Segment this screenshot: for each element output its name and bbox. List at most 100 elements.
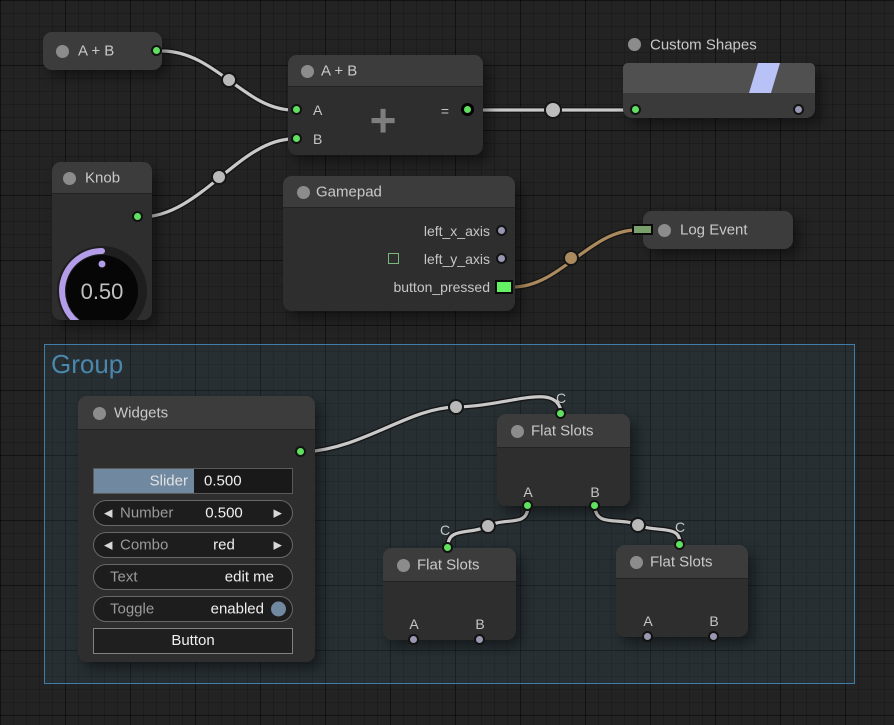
- input-slot-c[interactable]: [442, 542, 453, 553]
- node-widgets[interactable]: Widgets Slider 0.500 ◀ Number 0.500 ▶ ◀ …: [78, 396, 315, 662]
- node-collapse-icon[interactable]: [56, 45, 69, 58]
- input-slot-event[interactable]: [632, 224, 653, 235]
- node-title: Widgets: [114, 404, 168, 421]
- input-slot-label: C: [675, 519, 685, 535]
- node-title-bar[interactable]: Knob: [52, 162, 152, 194]
- node-title-bar[interactable]: Flat Slots: [616, 545, 748, 579]
- output-slot-label: left_x_axis: [424, 223, 490, 239]
- output-slot-label: B: [475, 616, 484, 632]
- prev-arrow-icon[interactable]: ◀: [104, 539, 112, 552]
- node-add[interactable]: A + B A B + =: [288, 55, 483, 155]
- slot-marker-icon: [388, 253, 399, 264]
- link-addcollapsed-to-addA: [162, 51, 293, 110]
- number-value: 0.500: [184, 505, 264, 522]
- increment-arrow-icon[interactable]: ▶: [274, 507, 282, 520]
- output-slot-leftyaxis[interactable]: [496, 253, 507, 264]
- link-dot: [212, 170, 226, 184]
- node-title-bar[interactable]: Gamepad: [283, 176, 515, 208]
- custom-shape-bar: [623, 63, 815, 93]
- node-collapse-icon[interactable]: [301, 65, 314, 78]
- node-title: A + B: [78, 43, 114, 60]
- text-value: edit me: [225, 569, 274, 586]
- slider-widget[interactable]: Slider 0.500: [93, 468, 293, 494]
- output-slot-b[interactable]: [708, 631, 719, 642]
- output-slot-a[interactable]: [522, 500, 533, 511]
- button-label: Button: [171, 632, 214, 649]
- node-flat-slots-left[interactable]: Flat Slots C A B: [383, 548, 516, 640]
- decrement-arrow-icon[interactable]: ◀: [104, 507, 112, 520]
- combo-label: Combo: [120, 537, 168, 554]
- number-widget[interactable]: ◀ Number 0.500 ▶: [93, 500, 293, 526]
- output-slot[interactable]: [295, 446, 306, 457]
- node-knob[interactable]: Knob 0.50: [52, 162, 152, 320]
- output-slot-result[interactable]: [461, 103, 474, 116]
- toggle-label: Toggle: [110, 601, 154, 618]
- input-slot-a[interactable]: [291, 104, 302, 115]
- text-widget[interactable]: Text edit me: [93, 564, 293, 590]
- button-widget[interactable]: Button: [93, 628, 293, 654]
- input-slot-label: A: [313, 102, 322, 118]
- node-title: Custom Shapes: [650, 37, 757, 54]
- output-slot-a[interactable]: [408, 634, 419, 645]
- node-collapse-icon[interactable]: [93, 407, 106, 420]
- operator-glyph: +: [360, 97, 406, 143]
- output-slot[interactable]: [793, 104, 804, 115]
- output-slot-label: B: [709, 613, 718, 629]
- node-collapse-icon[interactable]: [658, 224, 671, 237]
- node-title-bar[interactable]: Widgets: [78, 396, 315, 430]
- slider-label: Slider: [150, 473, 188, 490]
- output-slot-label: A: [523, 484, 532, 500]
- output-slot-label: left_y_axis: [424, 251, 490, 267]
- node-collapse-icon[interactable]: [628, 38, 641, 51]
- output-slot-buttonpressed[interactable]: [495, 280, 513, 294]
- link-gamepad-to-logevent: [513, 230, 637, 287]
- toggle-knob-icon[interactable]: [271, 602, 286, 617]
- input-slot[interactable]: [630, 104, 641, 115]
- next-arrow-icon[interactable]: ▶: [274, 539, 282, 552]
- node-title: Flat Slots: [417, 556, 480, 573]
- node-title-bar[interactable]: A + B: [288, 55, 483, 87]
- output-slot[interactable]: [132, 211, 143, 222]
- knob-value: 0.50: [81, 279, 124, 304]
- node-collapse-icon[interactable]: [630, 556, 643, 569]
- node-collapse-icon[interactable]: [397, 559, 410, 572]
- output-slot[interactable]: [151, 45, 162, 56]
- node-flat-slots-top[interactable]: Flat Slots C A B: [497, 414, 630, 506]
- output-slot-label: A: [643, 613, 652, 629]
- output-slot-a[interactable]: [642, 631, 653, 642]
- output-slot-b[interactable]: [589, 500, 600, 511]
- input-slot-c[interactable]: [555, 408, 566, 419]
- input-slot-b[interactable]: [291, 133, 302, 144]
- input-slot-label: B: [313, 131, 322, 147]
- node-collapse-icon[interactable]: [511, 425, 524, 438]
- input-slot-label: C: [556, 390, 566, 406]
- lavender-parallelogram-icon: [623, 63, 815, 93]
- node-collapse-icon[interactable]: [63, 172, 76, 185]
- slider-value: 0.500: [204, 473, 242, 490]
- output-slot-leftxaxis[interactable]: [496, 225, 507, 236]
- toggle-value: enabled: [211, 601, 264, 618]
- node-custom-shapes[interactable]: [623, 63, 815, 118]
- node-title-bar[interactable]: Flat Slots: [383, 548, 516, 582]
- knob-indicator-dot: [99, 261, 106, 268]
- input-slot-c[interactable]: [674, 539, 685, 550]
- toggle-widget[interactable]: Toggle enabled: [93, 596, 293, 622]
- node-gamepad[interactable]: Gamepad left_x_axis left_y_axis button_p…: [283, 176, 515, 311]
- node-title-bar[interactable]: Flat Slots: [497, 414, 630, 448]
- node-title: Knob: [85, 169, 120, 186]
- output-slot-label: A: [409, 616, 418, 632]
- node-collapse-icon[interactable]: [297, 186, 310, 199]
- node-title: Flat Slots: [650, 553, 713, 570]
- node-add-collapsed[interactable]: A + B: [43, 32, 162, 70]
- text-label: Text: [110, 569, 138, 586]
- graph-canvas[interactable]: Group A + B A + B A: [0, 0, 894, 725]
- node-log-event[interactable]: Log Event: [643, 211, 793, 249]
- output-slot-b[interactable]: [474, 634, 485, 645]
- node-title: Gamepad: [316, 183, 382, 200]
- link-dot-event: [564, 251, 578, 265]
- combo-widget[interactable]: ◀ Combo red ▶: [93, 532, 293, 558]
- link-knob-to-addB: [141, 139, 293, 217]
- link-dot: [222, 73, 236, 87]
- node-flat-slots-right[interactable]: Flat Slots C A B: [616, 545, 748, 637]
- number-label: Number: [120, 505, 173, 522]
